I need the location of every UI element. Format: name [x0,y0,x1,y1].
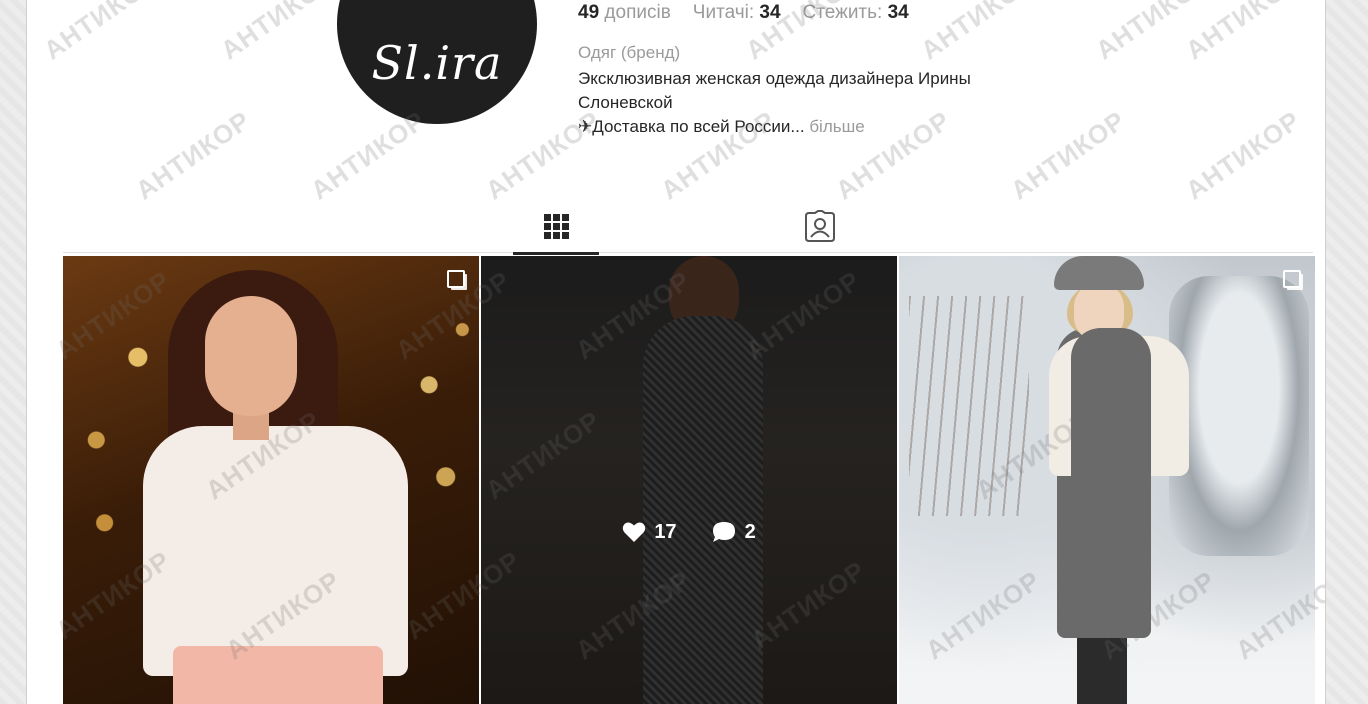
watermark: АНТИКОР [1180,0,1306,66]
post-thumbnail-3[interactable] [899,256,1315,704]
tab-posts-grid[interactable] [513,200,599,255]
hover-overlay [481,256,897,704]
comment-icon [712,522,735,542]
profile-bio: Эксклюзивная женская одежда дизайнера Ир… [578,67,1038,139]
comments-stat: 2 [711,520,756,544]
profile-page: Sl.ira 49 дописів Читачі: 34 Стежить: 34… [26,0,1326,704]
watermark: АНТИКОР [1180,104,1306,206]
following-count: 34 [887,2,909,23]
watermark: АНТИКОР [915,0,1041,66]
bio-line-1: Эксклюзивная женская одежда дизайнера Ир… [578,69,971,112]
posts-count: 49 [578,2,600,23]
watermark: АНТИКОР [1090,0,1216,66]
post-thumbnail-1[interactable] [63,256,479,704]
watermark: АНТИКОР [130,104,256,206]
followers-stat[interactable]: Читачі: 34 [693,2,781,24]
following-label: Стежить: [802,2,883,23]
post-thumbnail-2[interactable]: 17 2 [481,256,897,704]
bio-more-link[interactable]: більше [809,117,864,136]
watermark: АНТИКОР [215,0,341,66]
profile-stats: 49 дописів Читачі: 34 Стежить: 34 [578,2,909,24]
tagged-icon [805,210,835,242]
bio-line-2: ✈Доставка по всей России... [578,117,805,136]
followers-label: Читачі: [692,2,755,23]
multi-photo-icon [1283,270,1301,288]
likes-count: 17 [654,520,677,543]
likes-stat: 17 [622,520,677,544]
profile-category: Одяг (бренд) [578,43,681,62]
post-hover-stats: 17 2 [481,520,897,544]
grid-icon [543,213,569,239]
avatar-logo-text: Sl.ira [371,36,503,90]
followers-count: 34 [759,2,781,23]
posts-label: дописів [604,2,671,23]
posts-stat: 49 дописів [578,2,671,24]
heart-icon [623,522,646,542]
posts-grid: 17 2 [63,256,1315,704]
comments-count: 2 [744,520,756,543]
following-stat[interactable]: Стежить: 34 [803,2,909,24]
tab-tagged[interactable] [777,200,863,252]
multi-photo-icon [447,270,465,288]
tabs-divider [63,252,1313,253]
profile-avatar[interactable]: Sl.ira [337,0,537,124]
watermark: АНТИКОР [38,0,164,66]
